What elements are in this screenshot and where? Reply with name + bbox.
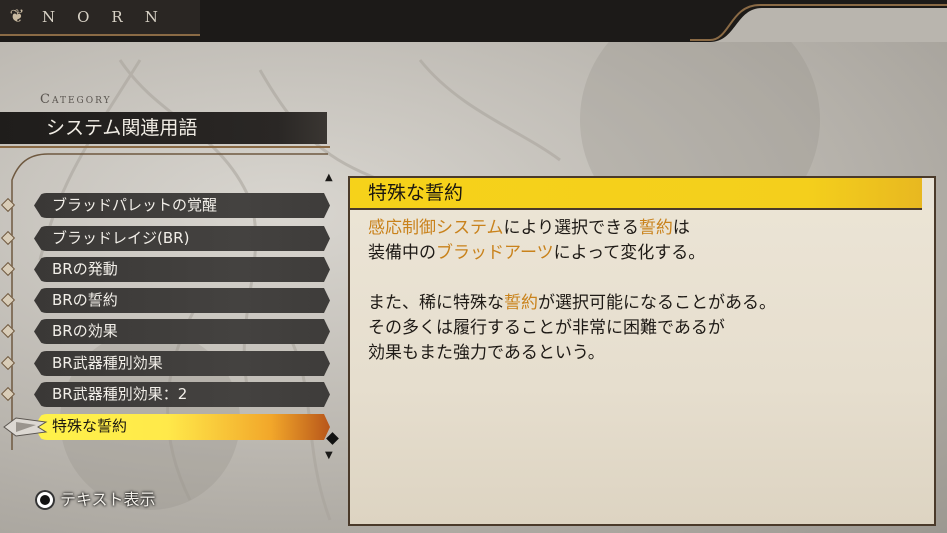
list-item-label: BR武器種別効果 <box>52 354 163 372</box>
term-highlight: 誓約 <box>638 218 673 238</box>
selection-cursor-icon <box>3 417 48 437</box>
detail-title-corner <box>922 178 934 208</box>
list-item-special-pledge[interactable]: 特殊な誓約 <box>34 414 330 440</box>
detail-text: は <box>672 218 690 238</box>
detail-title: 特殊な誓約 <box>368 182 464 204</box>
detail-text: が選択可能になることがある。 <box>538 293 776 313</box>
detail-text: また、稀に特殊な <box>368 293 504 313</box>
term-highlight: ブラッドアーツ <box>436 243 554 263</box>
list-item-label: BRの発動 <box>52 260 118 278</box>
term-highlight: 誓約 <box>504 293 538 313</box>
detail-line: 感応制御システムにより選択できる誓約は <box>368 216 928 241</box>
list-item-blood-rage[interactable]: ブラッドレイジ(BR) <box>34 226 330 251</box>
detail-line: その多くは履行することが非常に困難であるが <box>368 318 725 338</box>
list-item-label: BRの誓約 <box>52 291 118 309</box>
detail-line: また、稀に特殊な誓約が選択可能になることがある。 <box>368 291 928 316</box>
category-divider <box>0 146 330 148</box>
text-display-hint[interactable]: テキスト表示 <box>60 489 156 511</box>
list-item-br-weapon-effect-2[interactable]: BR武器種別効果：2 <box>34 382 330 407</box>
list-item-label: 特殊な誓約 <box>52 417 128 435</box>
list-item-label: BR武器種別効果：2 <box>52 385 188 403</box>
scroll-down-icon[interactable]: ▼ <box>325 451 335 461</box>
list-item-label: ブラッドパレットの覚醒 <box>52 196 218 214</box>
category-label: Category <box>40 92 112 107</box>
list-item-label: ブラッドレイジ(BR) <box>52 229 190 247</box>
brand-title: NORN <box>42 8 180 26</box>
circle-button-icon[interactable] <box>35 490 55 510</box>
list-item-blood-palette-awakening[interactable]: ブラッドパレットの覚醒 <box>34 193 330 218</box>
list-item-br-weapon-effect[interactable]: BR武器種別効果 <box>34 351 330 376</box>
detail-text: によって変化する。 <box>553 243 706 263</box>
leaf-emblem-icon: ❦ <box>9 6 25 27</box>
detail-body: 感応制御システムにより選択できる誓約は 装備中のブラッドアーツによって変化する。… <box>368 216 928 366</box>
list-item-br-pledge[interactable]: BRの誓約 <box>34 288 330 313</box>
term-highlight: 感応制御システム <box>368 218 504 238</box>
list-item-br-effect[interactable]: BRの効果 <box>34 319 330 344</box>
detail-text: により選択できる <box>503 218 639 238</box>
list-item-br-activation[interactable]: BRの発動 <box>34 257 330 282</box>
ornament-curl-icon <box>690 4 947 42</box>
list-item-label: BRの効果 <box>52 322 118 340</box>
scroll-up-icon[interactable]: ▲ <box>325 173 335 183</box>
detail-line: 装備中のブラッドアーツによって変化する。 <box>368 241 928 266</box>
detail-line: 効果もまた強力であるという。 <box>368 343 605 363</box>
category-value: システム関連用語 <box>46 117 198 139</box>
detail-text: 装備中の <box>368 243 436 263</box>
